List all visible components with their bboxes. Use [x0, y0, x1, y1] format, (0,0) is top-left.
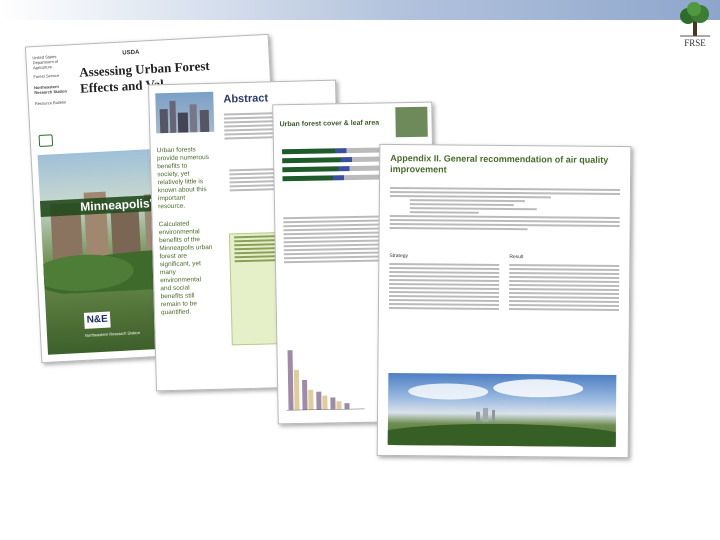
- cityscape-image: [376, 379, 632, 453]
- abstract-heading: Abstract: [223, 92, 269, 106]
- bulletin-label: Resource Bulletin: [34, 99, 67, 107]
- usda-shield-icon: [38, 134, 54, 147]
- cover-leaf-heading: Urban forest cover & leaf area: [279, 119, 380, 129]
- sidebar-text: quantified.: [160, 308, 192, 317]
- title-bar-gradient: [0, 0, 720, 20]
- cityscape-photo: [376, 372, 632, 453]
- sidebar-text: Minneapolis urban: [159, 243, 213, 253]
- ne-logo: N&E: [83, 311, 111, 329]
- agency-block: United States Department of Agriculture …: [32, 53, 75, 106]
- appendix-intro: [389, 185, 620, 233]
- appendix-heading: Appendix II. General recommendation of a…: [390, 153, 622, 177]
- cover-footer: Northeastern Research Station: [84, 329, 141, 338]
- building-photo: [395, 106, 428, 138]
- appendix-page: Appendix II. General recommendation of a…: [376, 143, 632, 459]
- result-list: [508, 262, 620, 313]
- species-bar-chart: [286, 350, 365, 411]
- agency-line: Forest Service: [33, 72, 60, 80]
- skyline-image: [159, 100, 210, 134]
- tree-logo: FRSE: [672, 2, 718, 50]
- strategy-list: [388, 261, 500, 312]
- agency-line: Agriculture: [32, 64, 53, 71]
- logo-text: FRSE: [684, 38, 706, 48]
- appendix-heading-line: improvement: [390, 164, 447, 175]
- skyline-photo: [155, 91, 215, 134]
- abstract-sidebar: Urban forests provide numerous benefits …: [157, 146, 223, 318]
- result-column-header: Result: [509, 254, 524, 261]
- tree-icon: [680, 2, 710, 37]
- strategy-column-header: Strategy: [389, 252, 409, 260]
- station-line: Research Station: [34, 88, 68, 96]
